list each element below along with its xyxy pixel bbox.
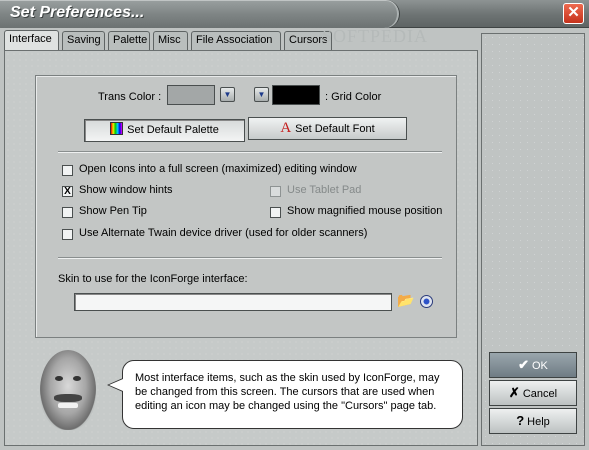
folder-open-icon[interactable]: 📂 (397, 292, 414, 309)
set-default-palette-label: Set Default Palette (127, 124, 219, 136)
ok-button[interactable]: ✔ OK (489, 352, 577, 378)
watermark: SOFTPEDIA (322, 26, 429, 46)
show-window-hints-label: Show window hints (79, 184, 173, 196)
skin-path-input[interactable] (74, 293, 392, 311)
use-tablet-pad-label: Use Tablet Pad (287, 184, 362, 196)
grid-color-dropdown-icon[interactable]: ▼ (254, 87, 269, 102)
skin-label: Skin to use for the IconForge interface: (58, 273, 248, 285)
bubble-tail-fill (109, 379, 123, 391)
alt-twain-checkbox[interactable] (62, 229, 73, 240)
check-icon: ✔ (518, 357, 529, 372)
open-fullscreen-checkbox[interactable] (62, 165, 73, 176)
set-default-font-label: Set Default Font (295, 123, 375, 135)
title-bar: Set Preferences... ✕ (0, 0, 589, 28)
palette-icon (110, 122, 124, 135)
grid-color-swatch[interactable] (272, 85, 320, 105)
show-pen-tip-checkbox[interactable] (62, 207, 73, 218)
use-tablet-pad-checkbox (270, 186, 281, 197)
settings-group: Trans Color : ▼ ▼ : Grid Color Set Defau… (35, 75, 457, 338)
portrait-mustache (54, 394, 82, 402)
question-icon: ? (516, 413, 525, 428)
cancel-label: Cancel (522, 388, 558, 400)
tab-palette[interactable]: Palette (108, 31, 150, 50)
show-pen-tip-label: Show Pen Tip (79, 205, 147, 217)
tab-interface[interactable]: Interface (4, 30, 59, 51)
trans-color-label: Trans Color : (98, 91, 162, 103)
tab-saving[interactable]: Saving (62, 31, 105, 50)
tab-misc[interactable]: Misc (153, 31, 188, 50)
grid-color-label: : Grid Color (325, 91, 382, 103)
open-fullscreen-label: Open Icons into a full screen (maximized… (79, 163, 357, 175)
set-default-font-button[interactable]: A Set Default Font (248, 117, 407, 140)
set-default-palette-button[interactable]: Set Default Palette (84, 119, 245, 142)
trans-color-swatch[interactable] (167, 85, 215, 105)
show-magnified-checkbox[interactable] (270, 207, 281, 218)
alt-twain-label: Use Alternate Twain device driver (used … (79, 227, 368, 239)
cancel-button[interactable]: ✗ Cancel (489, 380, 577, 406)
help-label: Help (527, 416, 550, 428)
help-button[interactable]: ? Help (489, 408, 577, 434)
show-magnified-label: Show magnified mouse position (287, 205, 443, 217)
separator (58, 257, 442, 259)
advisor-portrait (40, 350, 96, 430)
portrait-teeth (58, 403, 78, 408)
portrait-eye (73, 376, 81, 381)
tab-file-association[interactable]: File Association (191, 31, 281, 50)
ok-label: OK (532, 360, 548, 372)
cancel-icon: ✗ (508, 385, 520, 400)
title-pill: Set Preferences... (0, 0, 400, 28)
help-bubble: Most interface items, such as the skin u… (122, 360, 463, 429)
font-icon: A (280, 120, 292, 136)
skin-apply-icon[interactable] (420, 295, 433, 308)
window-title: Set Preferences... (10, 4, 145, 21)
separator (58, 151, 442, 153)
show-window-hints-checkbox[interactable]: X (62, 186, 73, 197)
close-button[interactable]: ✕ (563, 3, 584, 24)
trans-color-dropdown-icon[interactable]: ▼ (220, 87, 235, 102)
portrait-eye (55, 376, 63, 381)
